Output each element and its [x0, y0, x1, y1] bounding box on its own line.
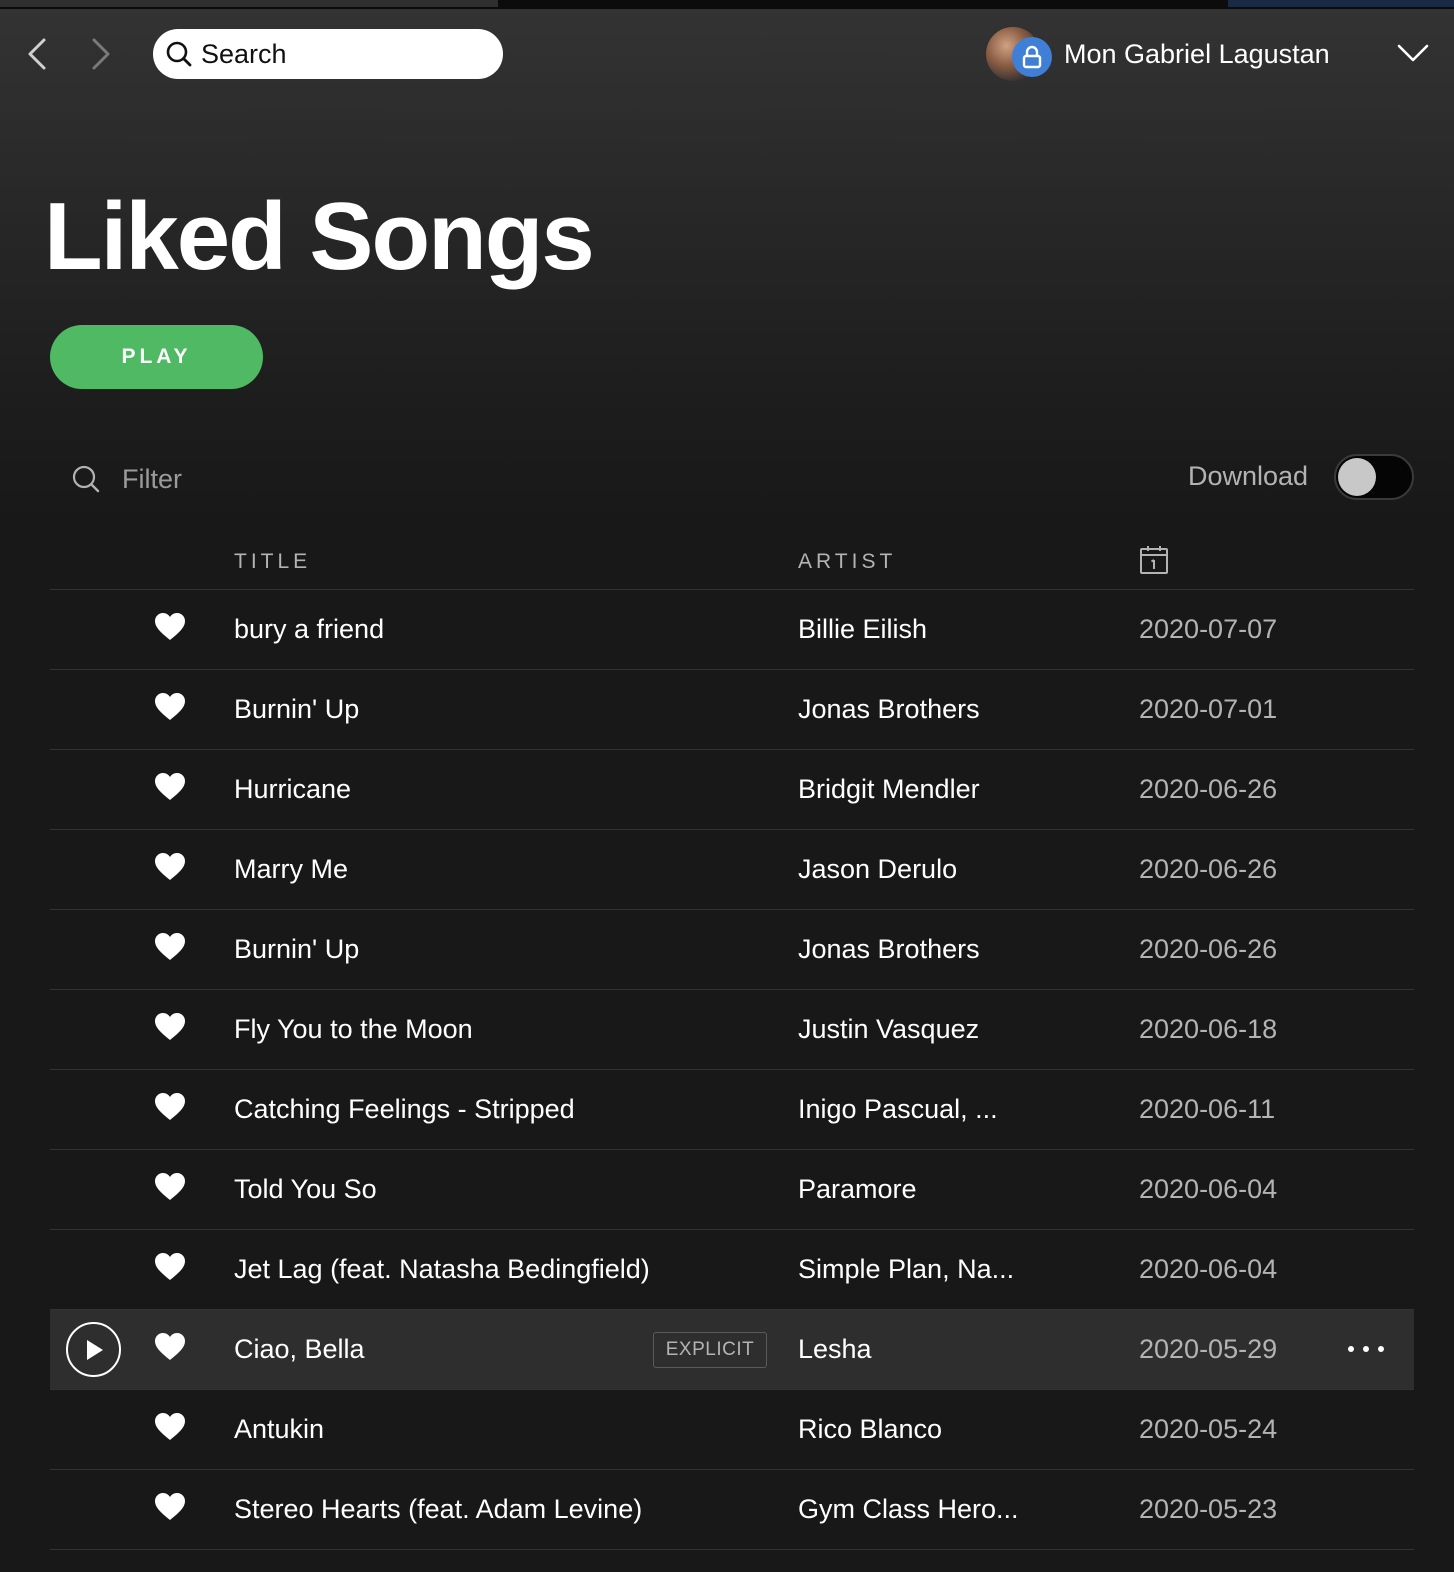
filter-input[interactable]	[122, 463, 422, 495]
table-row[interactable]: Ciao, Bella EXPLICIT Lesha 2020-05-29	[50, 1310, 1414, 1390]
column-header-artist[interactable]: ARTIST	[798, 550, 896, 574]
table-row[interactable]: Catching Feelings - Stripped Inigo Pascua…	[50, 1070, 1414, 1150]
table-row[interactable]: bury a friend Billie Eilish 2020-07-07	[50, 590, 1414, 670]
heart-icon[interactable]	[154, 1252, 186, 1282]
date-added: 2020-06-18	[1139, 1014, 1278, 1044]
date-added: 2020-07-07	[1139, 614, 1278, 644]
date-added: 2020-06-26	[1139, 774, 1278, 804]
toggle-knob	[1338, 458, 1376, 496]
track-title[interactable]: Stereo Hearts (feat. Adam Levine)	[234, 1470, 642, 1549]
table-row[interactable]: Told You So Paramore 2020-06-04	[50, 1150, 1414, 1230]
user-name[interactable]: Mon Gabriel Lagustan	[1064, 39, 1330, 70]
column-header-title[interactable]: TITLE	[234, 550, 311, 574]
track-artist[interactable]: Simple Plan, Na...	[798, 1230, 1014, 1309]
track-artist[interactable]: Billie Eilish	[798, 590, 927, 669]
heart-icon[interactable]	[154, 852, 186, 882]
download-toggle[interactable]	[1334, 454, 1414, 500]
lock-badge	[1012, 37, 1052, 77]
track-artist[interactable]: Justin Vasquez	[798, 990, 979, 1069]
track-artist[interactable]: Jonas Brothers	[798, 910, 980, 989]
heart-icon[interactable]	[154, 1012, 186, 1042]
search-bar[interactable]	[153, 29, 503, 79]
date-added: 2020-05-24	[1139, 1414, 1278, 1444]
tab-strip-left	[0, 0, 498, 7]
track-artist[interactable]: Lesha	[798, 1310, 872, 1389]
track-title[interactable]: Burnin' Up	[234, 910, 359, 989]
filter-field[interactable]	[70, 458, 470, 500]
track-title[interactable]: bury a friend	[234, 590, 384, 669]
track-title[interactable]: Antukin	[234, 1390, 324, 1469]
date-added: 2020-05-29	[1139, 1334, 1278, 1364]
track-artist[interactable]: Paramore	[798, 1150, 917, 1229]
table-row[interactable]: Hurricane Bridgit Mendler 2020-06-26	[50, 750, 1414, 830]
heart-icon[interactable]	[154, 1492, 186, 1522]
forward-arrow-icon[interactable]	[88, 34, 116, 74]
track-artist[interactable]: Bridgit Mendler	[798, 750, 980, 829]
date-added: 2020-06-26	[1139, 854, 1278, 884]
table-row[interactable]: Fly You to the Moon Justin Vasquez 2020-06…	[50, 990, 1414, 1070]
row-play-button[interactable]	[66, 1322, 121, 1377]
table-row[interactable]: Jet Lag (feat. Natasha Bedingfield) Simpl…	[50, 1230, 1414, 1310]
table-row[interactable]: Marry Me Jason Derulo 2020-06-26	[50, 830, 1414, 910]
heart-icon[interactable]	[154, 1412, 186, 1442]
date-added: 2020-05-23	[1139, 1494, 1278, 1524]
table-row[interactable]: Burnin' Up Jonas Brothers 2020-07-01	[50, 670, 1414, 750]
track-artist[interactable]: Rico Blanco	[798, 1390, 942, 1469]
heart-icon[interactable]	[154, 772, 186, 802]
play-button[interactable]: PLAY	[50, 325, 263, 389]
track-table: TITLE ARTIST bury a friend Billie Eilish 2…	[50, 532, 1414, 1550]
date-added: 2020-06-26	[1139, 934, 1278, 964]
heart-icon[interactable]	[154, 692, 186, 722]
window-top-strip	[0, 0, 1454, 9]
date-added: 2020-06-11	[1139, 1094, 1276, 1124]
lock-icon	[1022, 45, 1042, 69]
tab-strip-right	[1228, 0, 1454, 7]
search-icon	[166, 41, 192, 67]
play-icon	[86, 1339, 103, 1360]
page-title: Liked Songs	[44, 183, 595, 290]
search-input[interactable]	[201, 38, 491, 70]
track-title[interactable]: Marry Me	[234, 830, 348, 909]
user-menu[interactable]: Mon Gabriel Lagustan	[986, 25, 1330, 83]
date-added: 2020-06-04	[1139, 1254, 1278, 1284]
heart-icon[interactable]	[154, 1092, 186, 1122]
heart-icon[interactable]	[154, 612, 186, 642]
more-options-icon[interactable]	[1348, 1336, 1384, 1362]
download-label: Download	[1188, 461, 1309, 491]
table-row[interactable]: Stereo Hearts (feat. Adam Levine) Gym Cla…	[50, 1470, 1414, 1550]
back-arrow-icon[interactable]	[22, 34, 50, 74]
heart-icon[interactable]	[154, 932, 186, 962]
track-artist[interactable]: Inigo Pascual, ...	[798, 1070, 998, 1149]
track-title[interactable]: Fly You to the Moon	[234, 990, 473, 1069]
track-title[interactable]: Hurricane	[234, 750, 351, 829]
track-artist[interactable]: Jonas Brothers	[798, 670, 980, 749]
track-list: bury a friend Billie Eilish 2020-07-07 Burn…	[50, 590, 1414, 1550]
table-row[interactable]: Antukin Rico Blanco 2020-05-24	[50, 1390, 1414, 1470]
table-row[interactable]: Burnin' Up Jonas Brothers 2020-06-26	[50, 910, 1414, 990]
track-artist[interactable]: Jason Derulo	[798, 830, 957, 909]
track-title[interactable]: Jet Lag (feat. Natasha Bedingfield)	[234, 1230, 650, 1309]
date-added: 2020-07-01	[1139, 694, 1278, 724]
heart-icon[interactable]	[154, 1332, 186, 1362]
table-header: TITLE ARTIST	[50, 532, 1414, 590]
date-added: 2020-06-04	[1139, 1174, 1278, 1204]
calendar-icon[interactable]	[1138, 544, 1170, 576]
filter-search-icon	[72, 465, 100, 493]
track-title[interactable]: Told You So	[234, 1150, 377, 1229]
explicit-badge: EXPLICIT	[653, 1332, 767, 1368]
track-artist[interactable]: Gym Class Hero...	[798, 1470, 1019, 1549]
track-title[interactable]: Burnin' Up	[234, 670, 359, 749]
track-title[interactable]: Ciao, Bella	[234, 1310, 365, 1389]
track-title[interactable]: Catching Feelings - Stripped	[234, 1070, 575, 1149]
chevron-down-icon[interactable]	[1396, 41, 1430, 65]
avatar[interactable]	[986, 27, 1052, 81]
heart-icon[interactable]	[154, 1172, 186, 1202]
